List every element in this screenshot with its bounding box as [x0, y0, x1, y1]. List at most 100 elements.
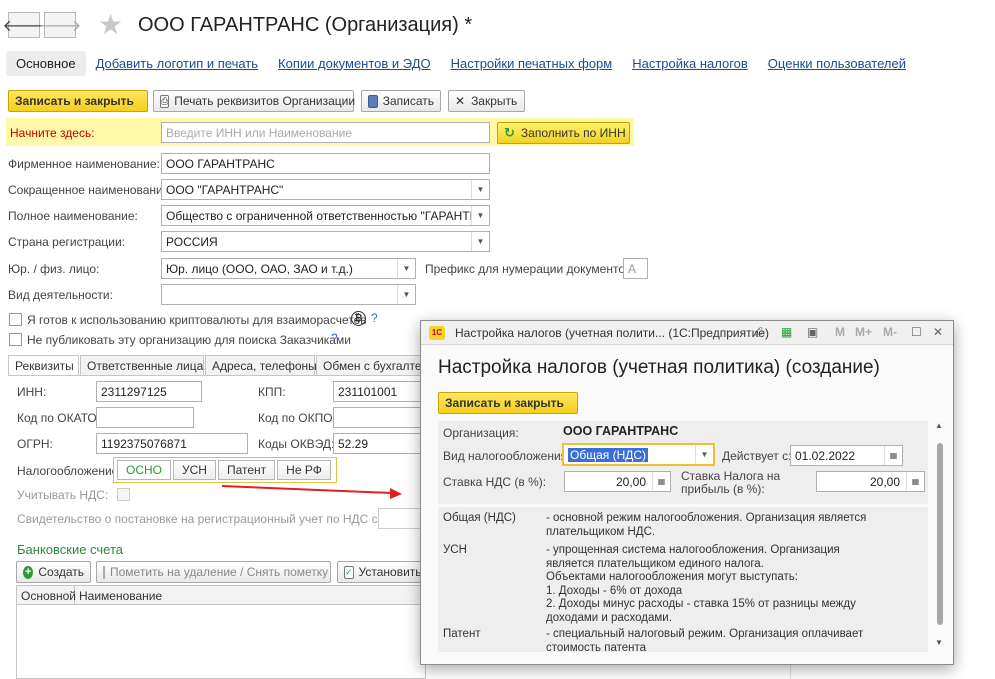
- valid-from-field[interactable]: 01.02.2022 ▦: [790, 445, 903, 466]
- close-icon[interactable]: ✕: [933, 325, 943, 339]
- kpp-field[interactable]: 231101001: [333, 381, 423, 402]
- chevron-down-icon[interactable]: ▼: [471, 180, 489, 199]
- okpo-field[interactable]: [333, 407, 423, 428]
- legal-type-field[interactable]: Юр. лицо (ООО, ОАО, ЗАО и т.д.) ▼: [161, 258, 416, 279]
- favorite-star-icon[interactable]: ★: [98, 10, 123, 40]
- calendar-icon[interactable]: ▦: [884, 446, 902, 465]
- tax-option-usn[interactable]: УСН: [173, 460, 216, 480]
- okato-field[interactable]: [96, 407, 194, 428]
- back-button[interactable]: 🡐: [3, 12, 45, 38]
- tab-add-logo[interactable]: Добавить логотип и печать: [96, 56, 258, 71]
- subtab-responsible[interactable]: Ответственные лица: [80, 355, 204, 375]
- scroll-thumb[interactable]: [937, 443, 943, 625]
- profit-rate-field[interactable]: 20,00 ▦: [816, 471, 925, 492]
- subtab-addresses[interactable]: Адреса, телефоны: [205, 355, 317, 375]
- maximize-icon[interactable]: ☐: [911, 325, 922, 339]
- tab-document-copies[interactable]: Копии документов и ЭДО: [278, 56, 431, 71]
- inn-label: ИНН:: [17, 385, 47, 399]
- vat-rate-label: Ставка НДС (в %):: [443, 475, 547, 489]
- tab-main[interactable]: Основное: [6, 50, 86, 76]
- inn-search-input[interactable]: Введите ИНН или Наименование: [161, 122, 490, 143]
- subtab-exchange[interactable]: Обмен с бухгалтер: [316, 355, 428, 375]
- bank-table-body[interactable]: [16, 605, 426, 679]
- tab-print-settings[interactable]: Настройки печатных форм: [451, 56, 613, 71]
- set-default-button[interactable]: ✓ Установить: [337, 561, 426, 583]
- no-publish-checkbox[interactable]: [9, 333, 22, 346]
- printer-icon: ⎙: [160, 94, 170, 108]
- vat-label: Учитывать НДС:: [17, 488, 109, 502]
- mark-delete-button[interactable]: Пометить на удаление / Снять пометку: [96, 561, 331, 583]
- forward-button[interactable]: 🡒: [39, 12, 81, 38]
- tax-type-label: Вид налогообложения:: [443, 449, 571, 463]
- tax-option-osno[interactable]: ОСНО: [117, 460, 171, 480]
- okved-field[interactable]: 52.29: [333, 433, 423, 454]
- memory-subtract-icon[interactable]: M-: [883, 325, 897, 339]
- print-icon[interactable]: ⎙: [755, 325, 765, 340]
- vat-rate-field[interactable]: 20,00 ▦: [564, 471, 671, 492]
- ogrn-field[interactable]: 1192375076871: [96, 433, 248, 454]
- vat-checkbox[interactable]: [117, 488, 130, 501]
- tax-type-select[interactable]: Общая (НДС) ▼: [562, 443, 715, 466]
- close-button[interactable]: ✕ Закрыть: [448, 90, 525, 112]
- scroll-down-icon[interactable]: ▼: [935, 638, 943, 647]
- bank-table-header: Основной Наименование: [16, 585, 426, 605]
- help-publish-icon[interactable]: ?: [331, 331, 338, 345]
- spreadsheet-icon[interactable]: ▦: [781, 325, 792, 339]
- short-name-field[interactable]: ООО "ГАРАНТРАНС" ▼: [161, 179, 490, 200]
- form-tabs: Основное Добавить логотип и печать Копии…: [6, 50, 926, 76]
- inn-field[interactable]: 2311297125: [96, 381, 202, 402]
- memory-icon[interactable]: M: [835, 325, 845, 339]
- dialog-save-close-button[interactable]: Записать и закрыть: [438, 392, 578, 414]
- tax-system-label: Налогообложение:: [17, 464, 122, 478]
- legal-type-label: Юр. / физ. лицо:: [8, 262, 100, 276]
- calculator-icon[interactable]: ▦: [906, 472, 924, 491]
- col-main-header[interactable]: Основной: [17, 586, 76, 604]
- desc-key-patent: Патент: [443, 628, 481, 640]
- floppy-icon: [368, 94, 378, 108]
- country-label: Страна регистрации:: [8, 235, 126, 249]
- scroll-up-icon[interactable]: ▲: [935, 421, 943, 430]
- chevron-down-icon[interactable]: ▼: [471, 206, 489, 225]
- save-button[interactable]: Записать: [361, 90, 441, 112]
- firm-name-field[interactable]: ООО ГАРАНТРАНС: [161, 153, 490, 174]
- org-label: Организация:: [443, 426, 519, 440]
- print-details-button[interactable]: ⎙ Печать реквизитов Организации: [153, 90, 355, 112]
- desc-key-general: Общая (НДС): [443, 512, 516, 524]
- calendar-icon[interactable]: ▣: [807, 325, 818, 339]
- okato-label: Код по ОКАТО:: [17, 411, 101, 425]
- full-name-field[interactable]: Общество с ограниченной ответственностью…: [161, 205, 490, 226]
- tab-tax-settings[interactable]: Настройка налогов: [632, 56, 748, 71]
- mark-delete-icon: [103, 565, 105, 579]
- dialog-heading: Настройка налогов (учетная политика) (со…: [438, 357, 880, 378]
- chevron-down-icon[interactable]: ▼: [695, 445, 713, 464]
- save-close-button[interactable]: Записать и закрыть: [8, 90, 148, 112]
- dialog-scrollbar[interactable]: ▲ ▼: [934, 421, 946, 647]
- close-icon: ✕: [455, 94, 466, 108]
- prefix-field[interactable]: А: [623, 258, 648, 279]
- vat-certificate-field[interactable]: [378, 508, 423, 529]
- desc-text-general: - основной режим налогообложения. Органи…: [546, 512, 867, 538]
- country-field[interactable]: РОССИЯ ▼: [161, 231, 490, 252]
- tab-user-ratings[interactable]: Оценки пользователей: [768, 56, 906, 71]
- fill-by-inn-button[interactable]: ↻ Заполнить по ИНН: [497, 122, 630, 144]
- col-name-header[interactable]: Наименование: [75, 586, 425, 604]
- refresh-icon: ↻: [504, 125, 515, 140]
- calculator-icon[interactable]: ▦: [652, 472, 670, 491]
- short-name-label: Сокращенное наименование:: [8, 183, 173, 197]
- tax-option-patent[interactable]: Патент: [217, 460, 276, 480]
- activity-field[interactable]: ▼: [161, 284, 416, 305]
- desc-text-patent: - специальный налоговый режим. Организац…: [546, 628, 864, 652]
- crypto-checkbox[interactable]: [9, 313, 22, 326]
- create-bank-account-button[interactable]: + Создать: [16, 561, 91, 583]
- okved-label: Коды ОКВЭД:: [258, 437, 335, 451]
- chevron-down-icon[interactable]: ▼: [397, 259, 415, 278]
- arrow-right-icon: 🡒: [38, 17, 82, 35]
- chevron-down-icon[interactable]: ▼: [397, 285, 415, 304]
- memory-add-icon[interactable]: M+: [855, 325, 872, 339]
- profit-rate-label: Ставка Налога на прибыль (в %):: [681, 469, 781, 496]
- subtab-requisites[interactable]: Реквизиты: [8, 355, 79, 375]
- check-icon: ✓: [344, 565, 354, 579]
- tax-option-non-rf[interactable]: Не РФ: [277, 460, 331, 480]
- chevron-down-icon[interactable]: ▼: [471, 232, 489, 251]
- help-crypto-icon[interactable]: ?: [371, 311, 378, 325]
